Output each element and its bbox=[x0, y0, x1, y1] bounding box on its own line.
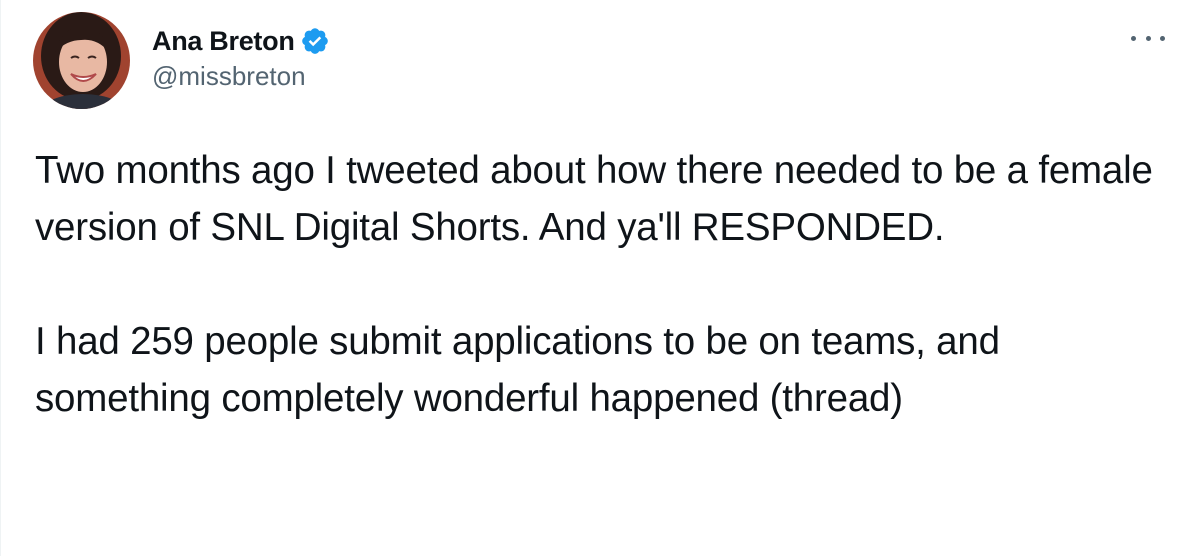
avatar[interactable] bbox=[33, 12, 130, 109]
avatar-image bbox=[33, 12, 130, 109]
more-dot bbox=[1131, 35, 1136, 41]
tweet-paragraph-1: Two months ago I tweeted about how there… bbox=[35, 149, 1153, 249]
more-dot bbox=[1145, 35, 1151, 41]
tweet-paragraph-2: I had 259 people submit applications to … bbox=[35, 320, 1000, 420]
name-row: Ana Breton bbox=[152, 23, 330, 59]
verified-badge-icon bbox=[301, 28, 328, 54]
author-display-name[interactable]: Ana Breton bbox=[152, 26, 295, 57]
author-names: Ana Breton @missbreton bbox=[152, 23, 330, 92]
tweet-card: Ana Breton @missbreton Two months ago I … bbox=[0, 0, 1195, 556]
more-options-icon[interactable] bbox=[1131, 28, 1165, 48]
tweet-header: Ana Breton @missbreton bbox=[33, 12, 330, 109]
author-handle[interactable]: @missbreton bbox=[152, 61, 330, 92]
more-dot bbox=[1160, 35, 1165, 41]
tweet-text: Two months ago I tweeted about how there… bbox=[35, 142, 1175, 427]
